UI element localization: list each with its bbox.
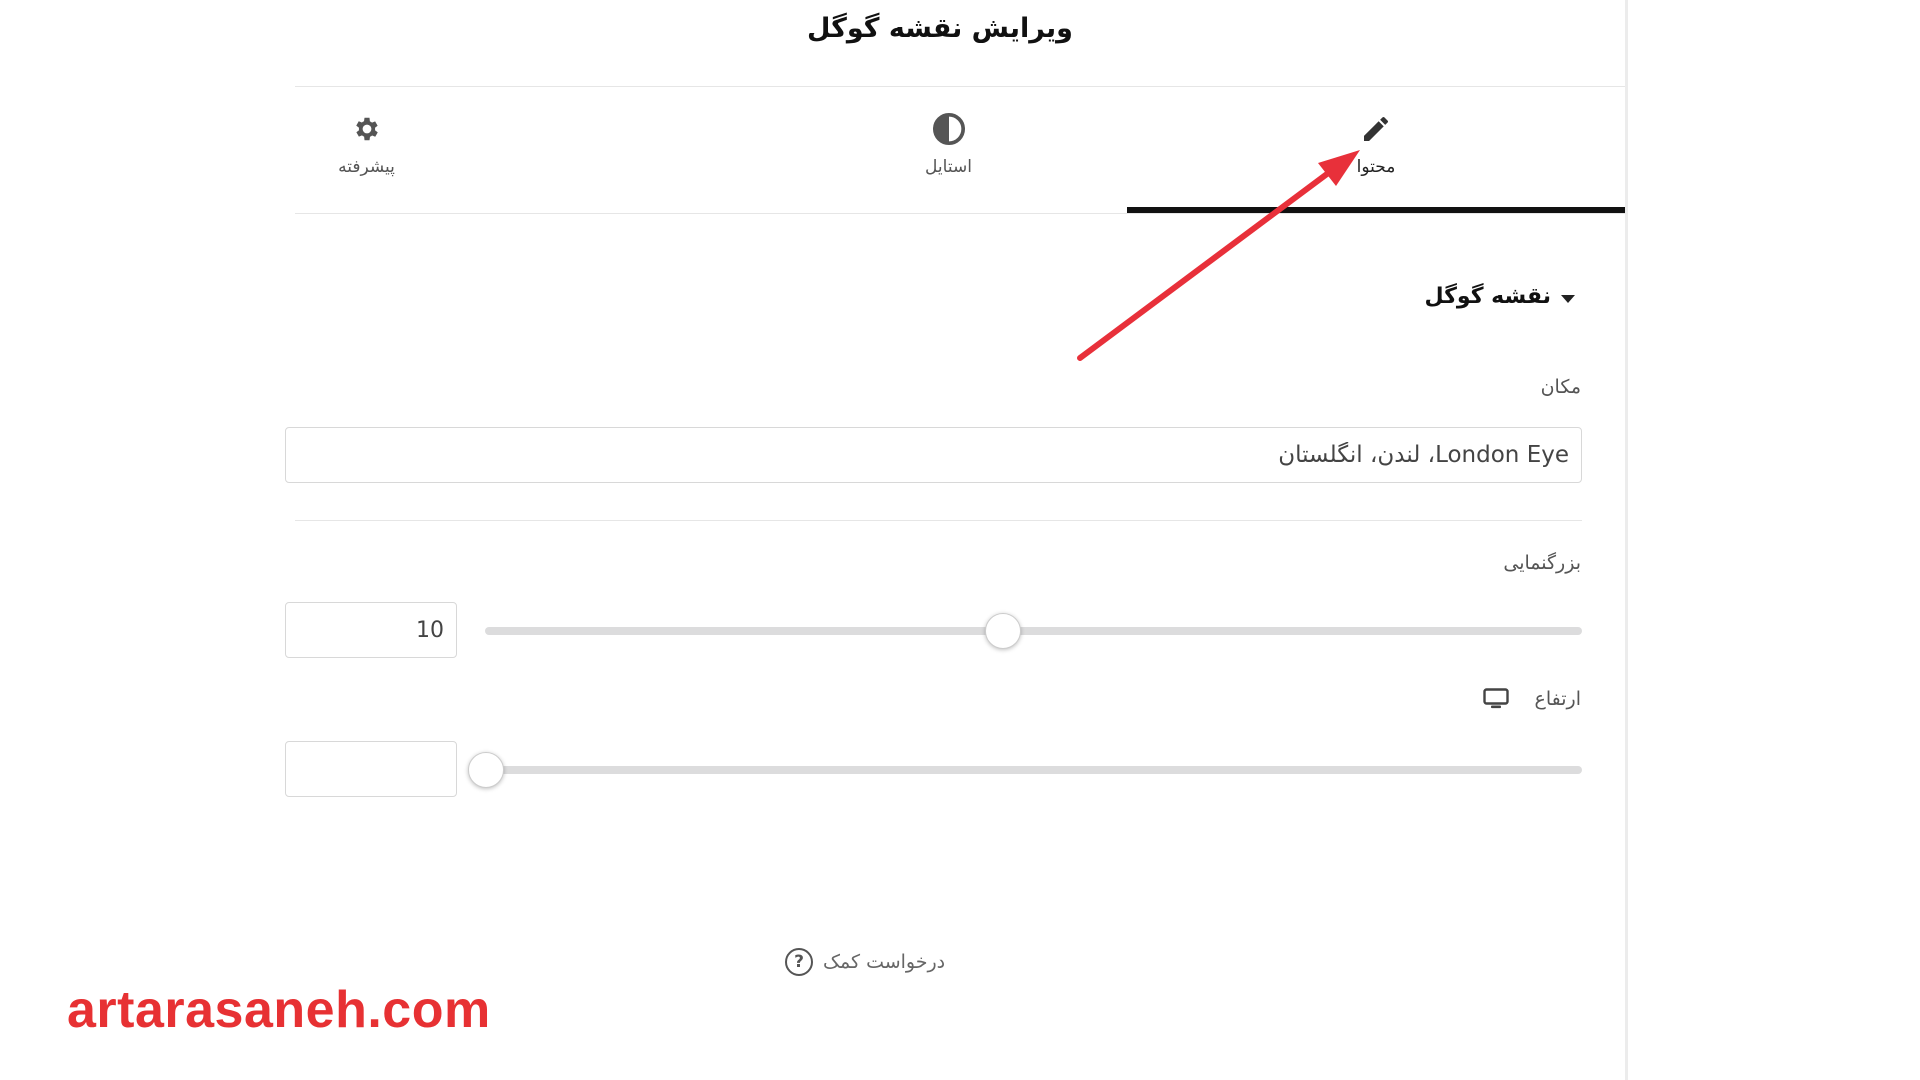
pencil-icon	[1360, 113, 1392, 145]
tab-content-label: محتوا	[1356, 157, 1396, 177]
page-title: ویرایش نقشه گوگل	[807, 12, 1073, 44]
watermark: artarasaneh.com	[67, 981, 491, 1039]
panel-right-border	[1625, 0, 1628, 1080]
section-title: نقشه گوگل	[1424, 284, 1552, 309]
height-slider-handle[interactable]	[468, 752, 504, 788]
editor-panel: ویرایش نقشه گوگل پیشرفته استایل محتوا نق…	[285, 0, 1625, 1080]
panel-header: ویرایش نقشه گوگل	[295, 0, 1625, 87]
help-request-link[interactable]: درخواست کمک ?	[785, 948, 945, 976]
height-label: ارتفاع	[1534, 688, 1581, 710]
section-google-map-toggle[interactable]: نقشه گوگل	[1424, 284, 1575, 309]
zoom-number-input[interactable]	[285, 602, 457, 658]
tab-style[interactable]: استایل	[727, 87, 1170, 213]
zoom-label: بزرگنمایی	[1503, 552, 1581, 574]
location-label: مکان	[1540, 376, 1581, 398]
help-label: درخواست کمک	[823, 951, 946, 973]
divider	[295, 520, 1582, 521]
height-number-input[interactable]	[285, 741, 457, 797]
tab-advanced[interactable]: پیشرفته	[145, 87, 588, 213]
active-tab-indicator	[1127, 207, 1625, 213]
desktop-monitor-icon[interactable]	[1482, 688, 1509, 710]
location-input[interactable]	[285, 427, 1582, 483]
caret-down-icon	[1561, 294, 1575, 303]
tab-content[interactable]: محتوا	[1127, 87, 1625, 213]
zoom-slider-track[interactable]	[485, 627, 1582, 635]
tab-advanced-label: پیشرفته	[338, 157, 395, 177]
contrast-icon	[932, 112, 966, 146]
height-slider-track[interactable]	[485, 766, 1582, 774]
tab-style-label: استایل	[925, 157, 972, 177]
height-label-row: ارتفاع	[1482, 688, 1581, 710]
zoom-slider-handle[interactable]	[985, 613, 1021, 649]
gear-icon	[352, 113, 382, 145]
tab-bar: پیشرفته استایل محتوا	[295, 87, 1625, 214]
question-circle-icon: ?	[785, 948, 813, 976]
